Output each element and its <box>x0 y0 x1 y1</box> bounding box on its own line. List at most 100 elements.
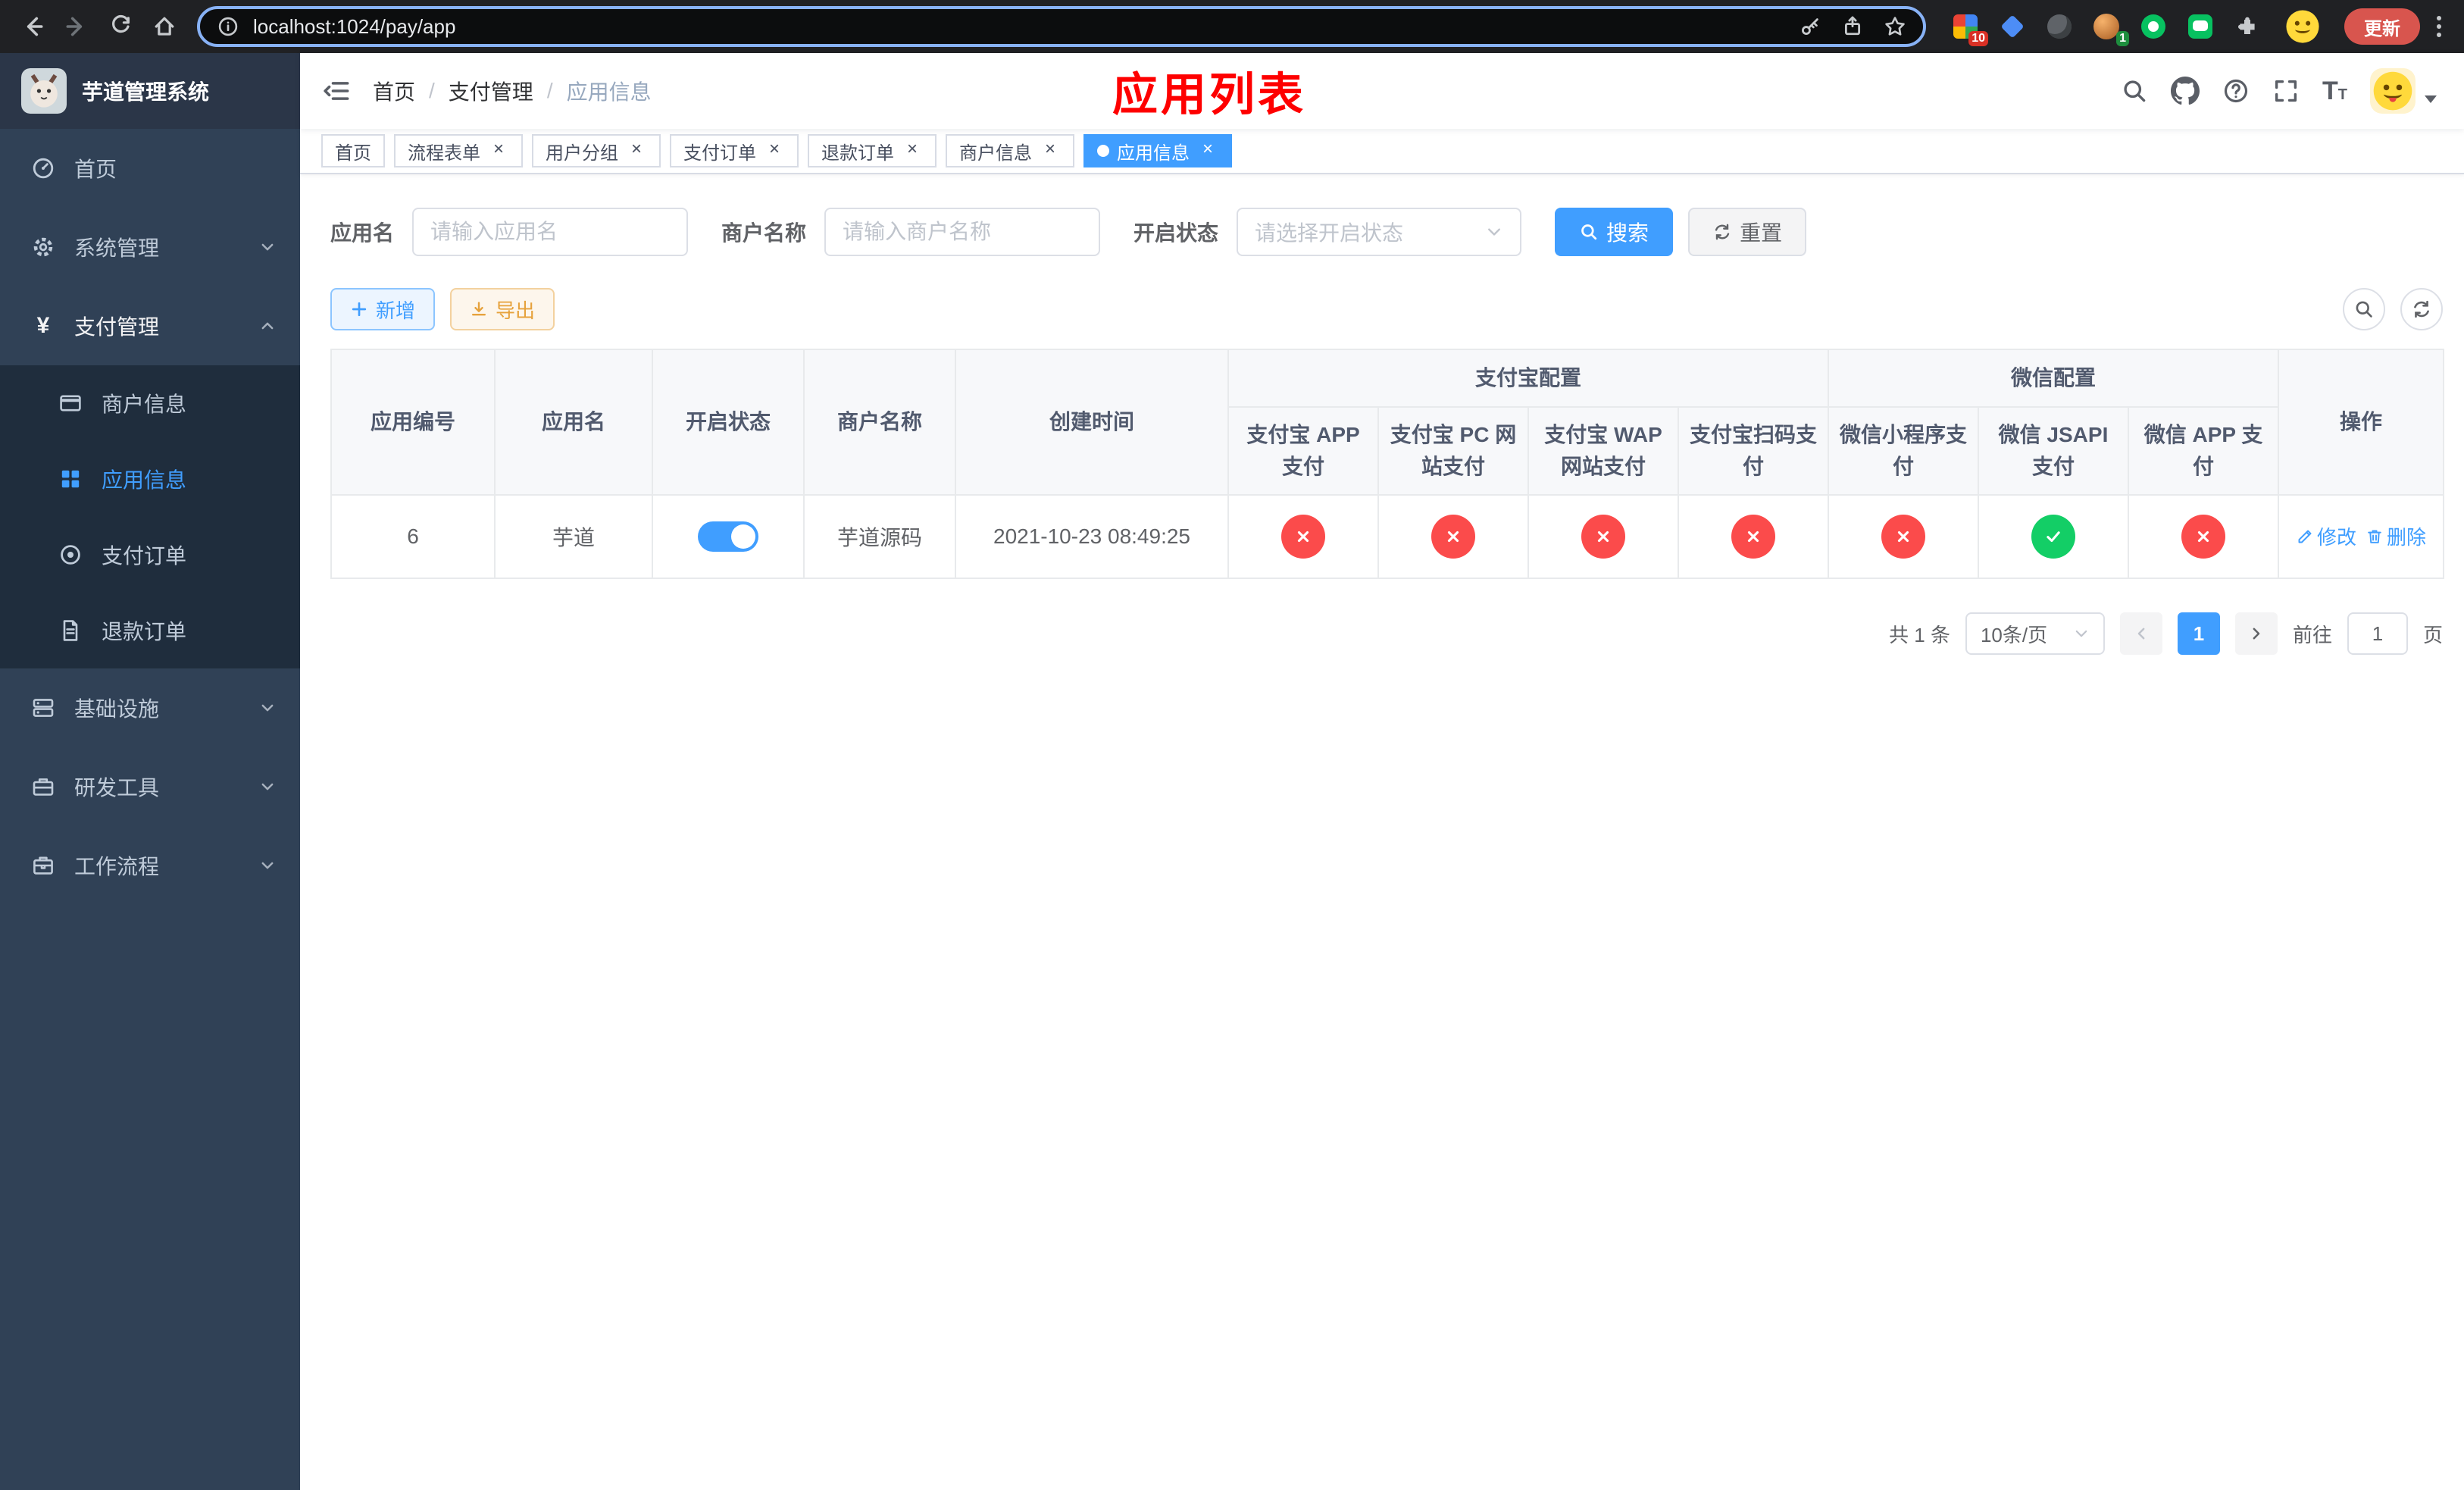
search-button[interactable]: 搜索 <box>1555 208 1674 256</box>
smiley-avatar-icon <box>2286 10 2319 43</box>
page-content: 应用名 商户名称 开启状态 请选择开启状态 <box>300 174 2464 1490</box>
sidebar-item-merchant-info[interactable]: 商户信息 <box>0 365 300 441</box>
tab-pay-order[interactable]: 支付订单 × <box>670 134 799 167</box>
browser-profile-avatar[interactable] <box>2285 9 2320 44</box>
browser-home-button[interactable] <box>144 6 185 47</box>
extension-diamond-icon[interactable] <box>1997 11 2028 42</box>
github-button[interactable] <box>2171 77 2200 105</box>
help-button[interactable] <box>2222 77 2250 105</box>
sidebar-item-app-info[interactable]: 应用信息 <box>0 441 300 517</box>
browser-menu-icon[interactable] <box>2426 16 2452 37</box>
trash-icon <box>2368 530 2381 543</box>
breadcrumb-payment[interactable]: 支付管理 <box>449 76 533 106</box>
font-size-icon: TT <box>2322 77 2347 105</box>
record-circle-icon <box>58 543 83 567</box>
browser-update-button[interactable]: 更新 <box>2344 8 2420 45</box>
font-size-button[interactable]: TT <box>2322 78 2347 104</box>
extension-dark-icon[interactable] <box>2044 11 2075 42</box>
close-icon[interactable]: × <box>1197 140 1218 161</box>
x-icon <box>1297 531 1309 543</box>
breadcrumb-home[interactable]: 首页 <box>373 76 415 106</box>
edit-link[interactable]: 修改 <box>2296 522 2356 550</box>
wechat-mini-status <box>1881 515 1926 559</box>
select-placeholder: 请选择开启状态 <box>1255 221 1404 245</box>
header-search-button[interactable] <box>2121 77 2148 105</box>
app-table: 应用编号 应用名 开启状态 商户名称 创建时间 支付宝配置 微信配置 操作 支付… <box>330 349 2445 579</box>
sidebar-item-infrastructure[interactable]: 基础设施 <box>0 668 300 747</box>
extension-chat-icon[interactable] <box>2185 11 2215 42</box>
tab-label: 商户信息 <box>959 142 1032 164</box>
close-icon[interactable]: × <box>1040 140 1061 161</box>
sidebar-item-payment[interactable]: ¥ 支付管理 <box>0 286 300 365</box>
close-icon[interactable]: × <box>902 140 923 161</box>
extension-grid-icon[interactable]: 10 <box>1950 11 1988 46</box>
sidebar-item-label: 首页 <box>74 158 117 181</box>
gear-icon <box>30 235 56 259</box>
cell-app-name: 芋道 <box>494 494 653 579</box>
app-name-input[interactable] <box>412 208 689 256</box>
chevron-left-icon <box>2137 628 2145 640</box>
browser-reload-button[interactable] <box>100 6 141 47</box>
alipay-qr-status <box>1731 515 1775 559</box>
yen-icon: ¥ <box>36 313 50 338</box>
tab-label: 支付订单 <box>683 142 756 164</box>
refresh-table-button[interactable] <box>2400 288 2443 330</box>
extension-avatar-icon[interactable]: 1 <box>2091 11 2129 46</box>
status-select[interactable]: 请选择开启状态 <box>1237 208 1522 256</box>
close-icon[interactable]: × <box>626 140 647 161</box>
toggle-search-button[interactable] <box>2343 288 2385 330</box>
password-key-icon[interactable] <box>1799 15 1821 38</box>
close-icon[interactable]: × <box>764 140 785 161</box>
column-header-app-name: 应用名 <box>494 349 653 496</box>
delete-link[interactable]: 删除 <box>2366 522 2426 550</box>
browser-forward-button[interactable] <box>56 6 97 47</box>
url-text[interactable]: localhost:1024/pay/app <box>253 15 1785 39</box>
merchant-name-input[interactable] <box>824 208 1101 256</box>
sidebar-item-label: 支付管理 <box>74 315 160 339</box>
download-icon <box>472 302 486 316</box>
address-bar[interactable]: localhost:1024/pay/app <box>197 6 1926 47</box>
x-icon <box>2197 531 2209 543</box>
prev-page-button[interactable] <box>2119 612 2162 655</box>
sidebar-item-label: 支付订单 <box>102 544 187 568</box>
sidebar-item-devtools[interactable]: 研发工具 <box>0 747 300 826</box>
close-icon[interactable]: × <box>488 140 509 161</box>
goto-page-input[interactable] <box>2347 612 2408 655</box>
tab-home[interactable]: 首页 <box>321 134 385 167</box>
status-toggle[interactable] <box>698 521 758 552</box>
browser-back-button[interactable] <box>12 6 53 47</box>
sidebar-item-refund-order[interactable]: 退款订单 <box>0 593 300 668</box>
sidebar-item-workflow[interactable]: 工作流程 <box>0 826 300 905</box>
site-info-icon[interactable] <box>217 15 239 38</box>
bookmark-star-icon[interactable] <box>1884 15 1906 38</box>
sidebar-item-label: 基础设施 <box>74 697 160 721</box>
sidebar-toggle-button[interactable] <box>300 53 373 129</box>
forward-arrow-icon <box>66 17 83 36</box>
page-1-button[interactable]: 1 <box>2177 612 2220 655</box>
user-avatar[interactable] <box>2370 68 2416 114</box>
page-size-select[interactable]: 10条/页 <box>1965 612 2105 655</box>
add-button[interactable]: 新增 <box>330 288 436 330</box>
tab-merchant-info[interactable]: 商户信息 × <box>946 134 1074 167</box>
next-page-button[interactable] <box>2234 612 2278 655</box>
tab-user-group[interactable]: 用户分组 × <box>532 134 661 167</box>
tab-app-info[interactable]: 应用信息 × <box>1083 134 1232 167</box>
extension-green-circle-icon[interactable] <box>2138 11 2169 42</box>
sidebar-item-home[interactable]: 首页 <box>0 129 300 208</box>
x-icon <box>1447 531 1459 543</box>
sidebar-item-pay-order[interactable]: 支付订单 <box>0 517 300 593</box>
export-button[interactable]: 导出 <box>450 288 555 330</box>
tab-process-form[interactable]: 流程表单 × <box>394 134 523 167</box>
question-icon <box>2224 79 2248 103</box>
tab-refund-order[interactable]: 退款订单 × <box>808 134 937 167</box>
sidebar-item-system[interactable]: 系统管理 <box>0 208 300 286</box>
x-icon <box>1747 531 1759 543</box>
reset-button[interactable]: 重置 <box>1688 208 1807 256</box>
extensions-puzzle-icon[interactable] <box>2232 11 2262 42</box>
chevron-up-icon <box>259 318 276 334</box>
share-icon[interactable] <box>1841 15 1864 38</box>
fullscreen-button[interactable] <box>2272 77 2300 105</box>
group-header-alipay: 支付宝配置 <box>1227 349 1830 408</box>
alipay-pc-status <box>1431 515 1475 559</box>
chevron-down-icon[interactable] <box>2425 95 2437 103</box>
